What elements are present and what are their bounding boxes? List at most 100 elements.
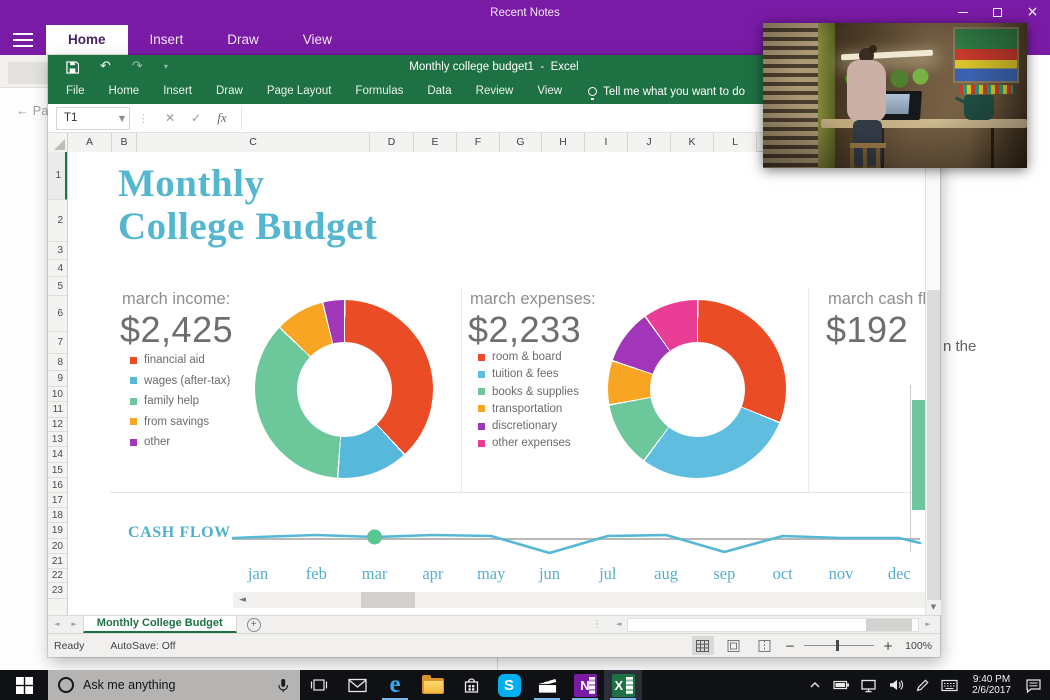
- ribbon-tab-file[interactable]: File: [54, 79, 97, 104]
- row-header-11[interactable]: 11: [48, 402, 67, 418]
- column-header-G[interactable]: G: [500, 133, 542, 152]
- column-header-A[interactable]: A: [68, 133, 112, 152]
- cancel-entry-icon[interactable]: ✕: [157, 111, 183, 125]
- zoom-slider-handle[interactable]: [835, 640, 840, 651]
- row-header-10[interactable]: 10: [48, 387, 67, 402]
- horizontal-scrollbar-track[interactable]: [627, 617, 920, 632]
- name-box-dropdown-icon[interactable]: ▼: [119, 108, 125, 129]
- page-break-view-button[interactable]: [754, 636, 776, 655]
- normal-view-button[interactable]: [691, 636, 714, 655]
- row-header-2[interactable]: 2: [48, 200, 67, 242]
- scroll-left-icon[interactable]: ◄: [610, 616, 627, 633]
- ribbon-tab-page-layout[interactable]: Page Layout: [255, 79, 344, 104]
- scroll-down-icon[interactable]: ▼: [926, 600, 941, 615]
- zoom-level[interactable]: 100%: [902, 640, 932, 652]
- ribbon-tab-home[interactable]: Home: [97, 79, 152, 104]
- row-header-21[interactable]: 21: [48, 554, 67, 569]
- row-header-3[interactable]: 3: [48, 242, 67, 260]
- column-header-I[interactable]: I: [585, 133, 628, 152]
- row-header-17[interactable]: 17: [48, 493, 67, 508]
- onenote-app-icon[interactable]: N: [566, 670, 604, 700]
- column-header-D[interactable]: D: [370, 133, 414, 152]
- sheet-prev-icon[interactable]: ◄: [48, 616, 65, 633]
- row-header-5[interactable]: 5: [48, 277, 67, 296]
- scroll-left-icon[interactable]: ◄: [239, 592, 246, 608]
- worksheet[interactable]: Monthly College Budget march income: $2,…: [68, 152, 925, 615]
- store-app-icon[interactable]: [452, 670, 490, 700]
- select-all-corner[interactable]: [48, 133, 68, 152]
- scroll-right-icon[interactable]: ►: [919, 616, 936, 633]
- excel-app-icon[interactable]: X: [604, 670, 642, 700]
- horizontal-scrollbar-thumb[interactable]: [866, 618, 913, 631]
- row-header-16[interactable]: 16: [48, 478, 67, 493]
- ribbon-tab-data[interactable]: Data: [415, 79, 463, 104]
- row-header-12[interactable]: 12: [48, 418, 67, 432]
- ribbon-tab-review[interactable]: Review: [464, 79, 526, 104]
- mail-app-icon[interactable]: [338, 670, 376, 700]
- ribbon-tab-draw[interactable]: Draw: [204, 79, 255, 104]
- row-header-14[interactable]: 14: [48, 447, 67, 463]
- close-button[interactable]: ×: [1015, 0, 1050, 25]
- zoom-in-button[interactable]: +: [883, 639, 893, 653]
- network-icon[interactable]: [856, 678, 881, 693]
- ribbon-tab-view[interactable]: View: [525, 79, 574, 104]
- video-overlay[interactable]: [763, 23, 1027, 168]
- skype-app-icon[interactable]: S: [490, 670, 528, 700]
- tray-expand-button[interactable]: [802, 679, 827, 691]
- ribbon-tab-insert[interactable]: Insert: [151, 79, 204, 104]
- column-header-F[interactable]: F: [457, 133, 500, 152]
- insert-function-icon[interactable]: fx: [209, 110, 235, 126]
- page-layout-view-button[interactable]: [723, 636, 745, 655]
- column-header-C[interactable]: C: [137, 133, 370, 152]
- battery-icon[interactable]: [829, 678, 854, 692]
- vertical-scrollbar[interactable]: ▼: [925, 152, 941, 615]
- sheet-tab-monthly-college-budget[interactable]: Monthly College Budget: [82, 616, 237, 633]
- ribbon-tab-formulas[interactable]: Formulas: [343, 79, 415, 104]
- row-header-15[interactable]: 15: [48, 463, 67, 478]
- save-icon[interactable]: [66, 60, 79, 74]
- vertical-scrollbar-thumb[interactable]: [927, 290, 940, 600]
- volume-icon[interactable]: [883, 678, 908, 692]
- taskbar-search[interactable]: Ask me anything: [48, 670, 300, 700]
- edge-browser-icon[interactable]: e: [376, 670, 414, 700]
- onenote-back-nav[interactable]: ← Pa: [16, 103, 49, 118]
- tell-me-box[interactable]: Tell me what you want to do: [588, 79, 745, 104]
- row-header-23[interactable]: 23: [48, 583, 67, 599]
- qat-customize-icon[interactable]: ▾: [164, 55, 168, 79]
- cashflow-bar[interactable]: [912, 400, 925, 510]
- column-header-K[interactable]: K: [671, 133, 714, 152]
- row-header-9[interactable]: 9: [48, 371, 67, 387]
- windows-ink-pen-icon[interactable]: [910, 678, 935, 693]
- row-header-6[interactable]: 6: [48, 296, 67, 332]
- column-header-J[interactable]: J: [628, 133, 671, 152]
- name-box[interactable]: T1 ▼: [56, 106, 130, 130]
- restore-button[interactable]: [980, 0, 1015, 25]
- file-explorer-icon[interactable]: [414, 670, 452, 700]
- undo-icon[interactable]: ↶: [100, 55, 111, 79]
- row-header-22[interactable]: 22: [48, 569, 67, 583]
- income-donut-chart[interactable]: [255, 300, 433, 478]
- row-header-19[interactable]: 19: [48, 523, 67, 539]
- touch-keyboard-icon[interactable]: [937, 679, 962, 692]
- row-header-8[interactable]: 8: [48, 354, 67, 371]
- expenses-donut-chart[interactable]: [608, 300, 786, 478]
- row-header-13[interactable]: 13: [48, 432, 67, 447]
- onenote-tab-home[interactable]: Home: [46, 25, 128, 55]
- row-header-1[interactable]: 1: [48, 152, 67, 200]
- row-header-4[interactable]: 4: [48, 260, 67, 277]
- onenote-tab-insert[interactable]: Insert: [128, 25, 206, 55]
- chart-scrollbar[interactable]: ◄: [233, 592, 925, 608]
- redo-icon[interactable]: ↷: [132, 55, 143, 79]
- sheet-next-icon[interactable]: ►: [65, 616, 82, 633]
- movies-tv-app-icon[interactable]: [528, 670, 566, 700]
- minimize-button[interactable]: [945, 0, 980, 25]
- taskbar-clock[interactable]: 9:40 PM 2/6/2017: [964, 674, 1019, 697]
- column-header-L[interactable]: L: [714, 133, 757, 152]
- zoom-out-button[interactable]: −: [785, 639, 795, 653]
- task-view-button[interactable]: [300, 670, 338, 700]
- microphone-icon[interactable]: [276, 677, 290, 694]
- confirm-entry-icon[interactable]: ✓: [183, 111, 209, 125]
- start-button[interactable]: [0, 670, 48, 700]
- row-header-20[interactable]: 20: [48, 539, 67, 554]
- column-header-E[interactable]: E: [414, 133, 457, 152]
